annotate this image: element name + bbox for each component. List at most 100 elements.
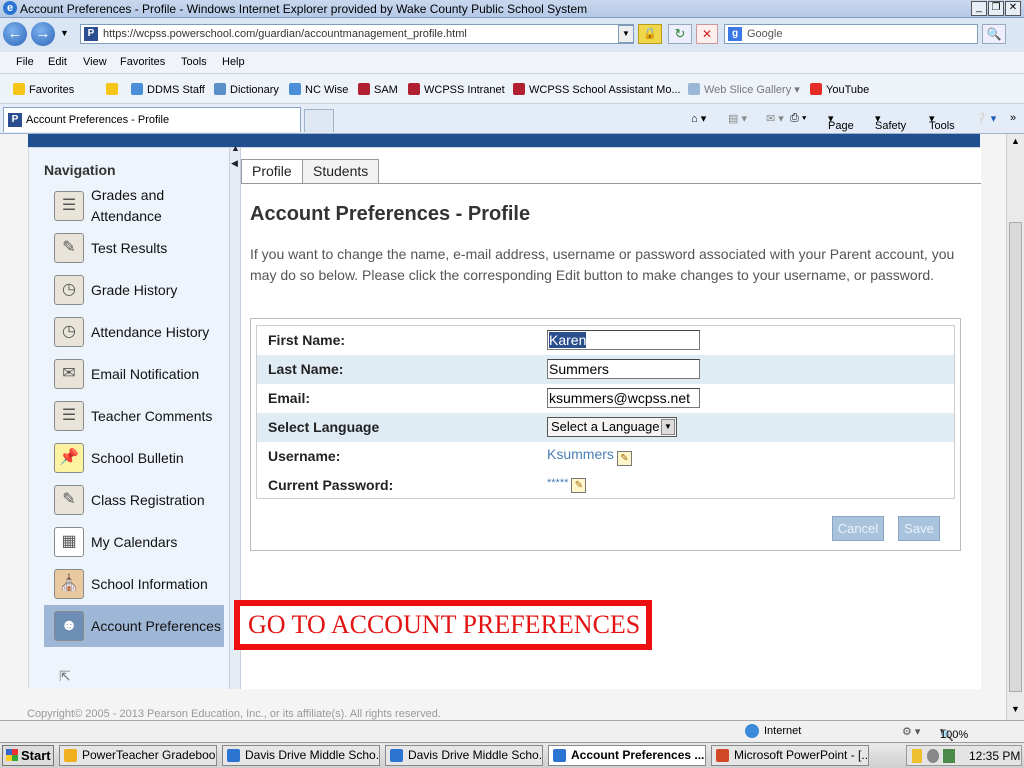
sidebar-item-email-notification[interactable]: ✉ Email Notification (44, 353, 224, 395)
email-field[interactable]: ksummers@wcpss.net (547, 388, 700, 408)
menu-help[interactable]: Help (222, 56, 245, 68)
sidebar-item-label: Grades and Attendance (91, 187, 165, 224)
fav-web-slice-gallery[interactable]: Web Slice Gallery ▾ (688, 83, 800, 96)
menu-tools[interactable]: Tools (181, 56, 207, 68)
stop-icon[interactable]: ✕ (696, 24, 718, 44)
last-name-field[interactable]: Summers (547, 359, 700, 379)
collapse-up-icon[interactable]: ▲ (231, 143, 240, 153)
fav-nc-wise[interactable]: NC Wise (289, 83, 348, 96)
sidebar-item-test-results[interactable]: ✎ Test Results (44, 227, 224, 269)
restore-button[interactable]: ❐ (988, 1, 1004, 16)
add-favorite-icon[interactable] (106, 83, 122, 96)
fav-youtube[interactable]: YouTube (810, 83, 869, 96)
address-bar[interactable]: P https://wcpss.powerschool.com/guardian… (80, 24, 634, 44)
recent-pages-dropdown-icon[interactable]: ▼ (60, 28, 69, 38)
wcpss-icon (513, 83, 525, 95)
sidebar-item-school-information[interactable]: ⛪ School Information (44, 563, 224, 605)
window-title: Account Preferences - Profile - Windows … (20, 2, 588, 16)
close-button[interactable]: ✕ (1005, 1, 1021, 16)
annotation-banner: GO TO ACCOUNT PREFERENCES (234, 600, 652, 650)
clock[interactable]: 12:35 PM (969, 749, 1020, 763)
start-label: Start (21, 748, 51, 763)
sidebar-item-my-calendars[interactable]: ▦ My Calendars (44, 521, 224, 563)
fav-ddms-staff[interactable]: DDMS Staff (131, 83, 205, 96)
taskbar-item-label: PowerTeacher Gradeboo... (82, 748, 217, 762)
taskbar-item-davis-drive-2[interactable]: Davis Drive Middle Scho... (385, 745, 543, 766)
new-tab-button[interactable] (304, 109, 334, 132)
edit-username-icon[interactable]: ✎ (616, 451, 632, 466)
taskbar-item-powerteacher[interactable]: PowerTeacher Gradeboo... (59, 745, 217, 766)
taskbar: Start PowerTeacher Gradeboo... Davis Dri… (0, 742, 1024, 768)
back-button[interactable]: ← (3, 22, 27, 46)
address-dropdown-icon[interactable]: ▼ (618, 25, 634, 43)
page-menu[interactable]: Page ▾ (828, 112, 854, 132)
tray-network-icon[interactable] (943, 749, 955, 763)
search-input[interactable]: g Google (724, 24, 978, 44)
refresh-icon[interactable]: ↻ (668, 24, 692, 44)
language-select-value: Select a Language (551, 419, 660, 434)
sidebar-item-label: Attendance History (91, 323, 210, 340)
tray-shield-icon[interactable] (927, 749, 939, 763)
sidebar-item-class-registration[interactable]: ✎ Class Registration (44, 479, 224, 521)
lock-icon[interactable]: 🔒 (638, 24, 662, 44)
ie-icon (227, 749, 240, 762)
overflow-chevron-icon[interactable]: » (1010, 112, 1016, 124)
language-select[interactable]: Select a Language ▼ (547, 417, 677, 437)
safety-menu[interactable]: Safety ▾ (875, 112, 906, 132)
vertical-scrollbar[interactable]: ▲ ▼ (1006, 134, 1024, 720)
mail-icon[interactable]: ✉ ▾ (766, 112, 784, 125)
feeds-icon[interactable]: ▤ ▾ (728, 112, 747, 125)
cancel-button[interactable]: Cancel (832, 516, 884, 541)
menu-view[interactable]: View (83, 56, 107, 68)
collapse-left-icon[interactable]: ◀ (231, 158, 238, 169)
tray-app-icon[interactable] (912, 749, 922, 763)
menu-edit[interactable]: Edit (48, 56, 67, 68)
taskbar-item-davis-drive-1[interactable]: Davis Drive Middle Scho... (222, 745, 380, 766)
tab-students[interactable]: Students (302, 159, 380, 183)
sidebar-item-teacher-comments[interactable]: ☰ Teacher Comments (44, 395, 224, 437)
first-name-field[interactable]: Karen (547, 330, 700, 350)
favorites-button[interactable]: Favorites (13, 83, 74, 96)
menu-favorites[interactable]: Favorites (120, 56, 165, 68)
fav-dictionary[interactable]: Dictionary (214, 83, 279, 96)
username-link[interactable]: Ksummers (547, 446, 614, 462)
powerschool-favicon-icon: P (84, 27, 98, 41)
fav-wcpss-intranet[interactable]: WCPSS Intranet (408, 83, 505, 96)
tab-profile[interactable]: Profile (241, 159, 303, 184)
sidebar-item-grade-history[interactable]: ◷ Grade History (44, 269, 224, 311)
edit-password-icon[interactable]: ✎ (571, 478, 587, 493)
envelope-icon: ✉ (54, 359, 84, 389)
taskbar-item-powerpoint[interactable]: Microsoft PowerPoint - [... (711, 745, 869, 766)
scroll-thumb[interactable] (1009, 222, 1022, 692)
sidebar-item-attendance-history[interactable]: ◷ Attendance History (44, 311, 224, 353)
save-button[interactable]: Save (898, 516, 940, 541)
sidebar-item-account-preferences[interactable]: ☻ Account Preferences (44, 605, 224, 647)
tools-menu[interactable]: Tools ▾ (929, 112, 955, 132)
scroll-up-icon[interactable]: ▲ (1011, 136, 1020, 146)
security-zone: Internet (764, 725, 802, 737)
scroll-down-icon[interactable]: ▼ (1011, 704, 1020, 714)
taskbar-item-label: Account Preferences ... (571, 748, 705, 762)
expand-arrow-icon[interactable]: ⇱ (59, 668, 71, 685)
sidebar-item-label: Test Results (91, 239, 168, 256)
fav-sam[interactable]: SAM (358, 83, 398, 96)
star-icon (13, 83, 25, 95)
sidebar-item-label: Account Preferences (91, 617, 221, 634)
taskbar-item-label: Davis Drive Middle Scho... (245, 748, 380, 762)
minimize-button[interactable]: _ (971, 1, 987, 16)
search-button-icon[interactable]: 🔍 (982, 24, 1006, 44)
forward-button[interactable]: → (31, 22, 55, 46)
start-button[interactable]: Start (2, 745, 54, 766)
home-icon[interactable]: ⌂ ▾ (691, 112, 706, 125)
browser-tab-active[interactable]: P Account Preferences - Profile (3, 107, 301, 132)
protected-mode-icon[interactable]: ⚙ ▾ (902, 725, 920, 738)
sidebar-item-grades-and-attendance[interactable]: ☰ Grades and Attendance (44, 185, 224, 227)
zoom-level[interactable]: 🔍 100% ▾ (940, 725, 968, 742)
taskbar-item-account-preferences[interactable]: Account Preferences ... (548, 745, 706, 766)
help-icon[interactable]: ❔ ▾ (974, 112, 996, 125)
print-icon[interactable]: ⎙ ▾ (790, 112, 806, 125)
sidebar-item-school-bulletin[interactable]: 📌 School Bulletin (44, 437, 224, 479)
fav-wcpss-school-assistant[interactable]: WCPSS School Assistant Mo... (513, 83, 681, 96)
search-placeholder: Google (747, 28, 783, 40)
menu-file[interactable]: File (16, 56, 34, 68)
